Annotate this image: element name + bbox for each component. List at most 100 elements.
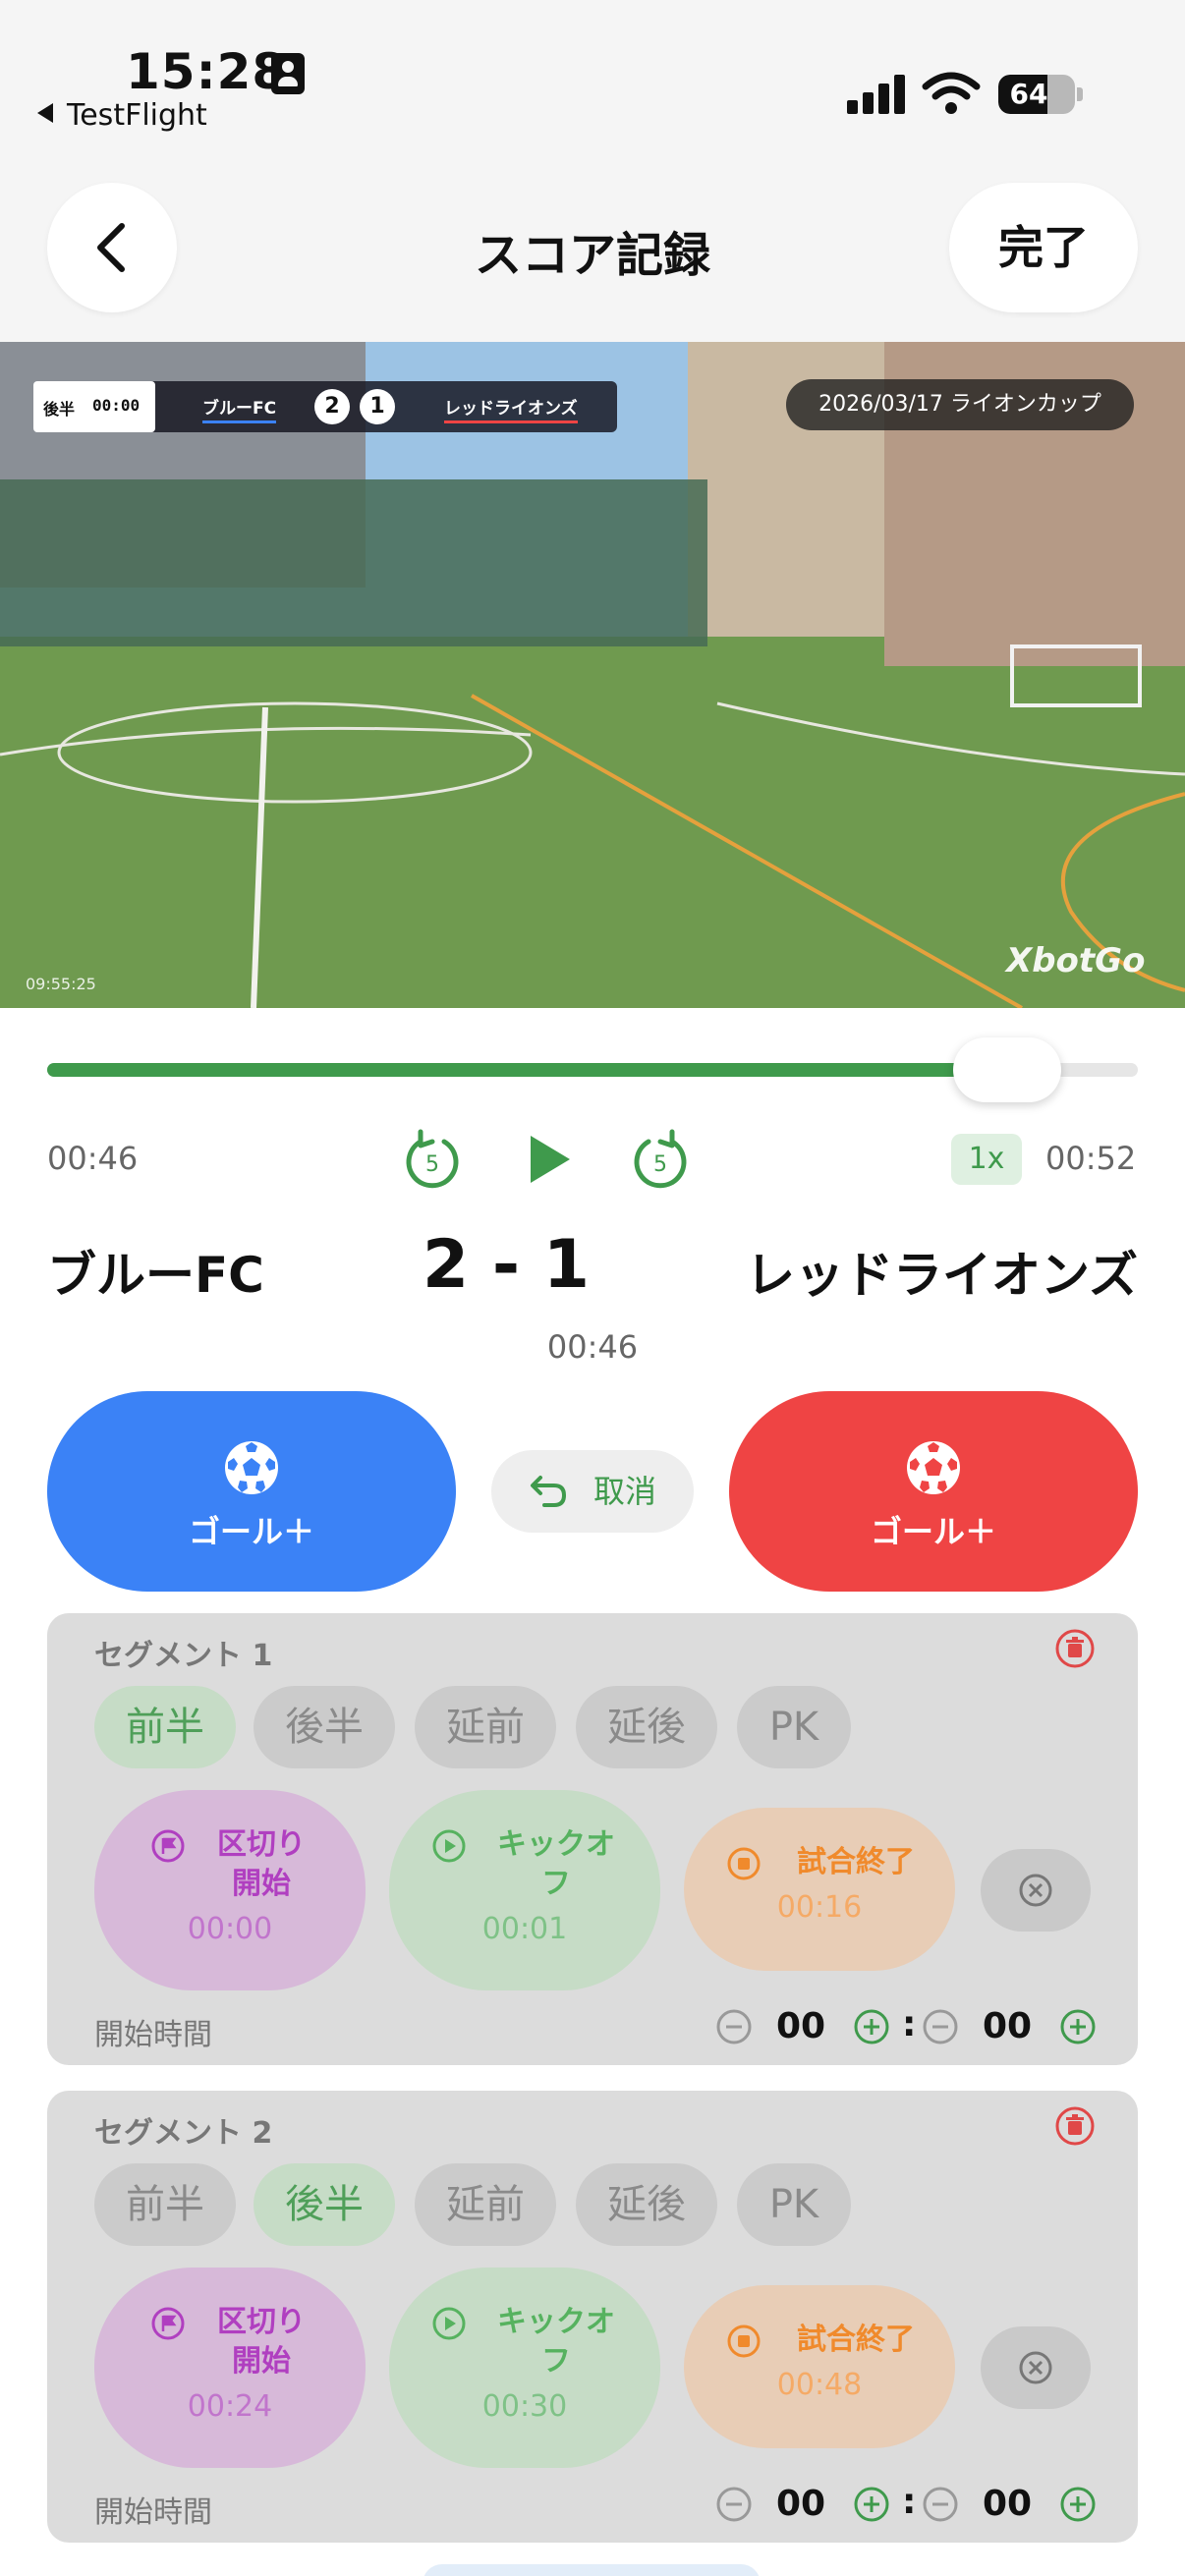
mark-start-label: 区切り 開始 <box>217 2305 306 2379</box>
kickoff-button[interactable]: キックオ フ 00:30 <box>389 2268 660 2468</box>
chip-extra-first[interactable]: 延前 <box>415 1686 556 1768</box>
mark-start-button[interactable]: 区切り 開始 00:00 <box>94 1790 366 1990</box>
back-app-label: TestFlight <box>67 98 207 133</box>
match-end-label: 試合終了 <box>797 2323 915 2357</box>
overlay-team-a: ブルーFC <box>202 394 277 423</box>
mark-start-label: 区切り 開始 <box>217 1827 306 1901</box>
xbotgo-watermark: XbotGo <box>1006 941 1146 980</box>
video-timestamp: 09:55:25 <box>26 975 96 993</box>
start-time-stepper: 00 : 00 <box>715 2004 1128 2051</box>
status-bar: 15:28 TestFlight 64 <box>0 0 1185 138</box>
match-end-time: 00:48 <box>776 2368 863 2402</box>
rewind-5-icon[interactable]: 5 <box>403 1128 462 1193</box>
plus-circle-icon[interactable] <box>853 2486 890 2523</box>
match-end-button[interactable]: 試合終了 00:16 <box>684 1808 955 1971</box>
video-frame <box>0 342 1185 1008</box>
chip-second-half[interactable]: 後半 <box>254 2163 395 2246</box>
start-time-label: 開始時間 <box>94 2018 212 2052</box>
overlay-score-a: 2 <box>314 389 350 424</box>
segment-card-1: セグメント 1 前半 後半 延前 延後 PK 区切り 開始 00:00 キックオ… <box>47 1613 1138 2065</box>
seek-progress <box>47 1063 1007 1077</box>
segment-card-2: セグメント 2 前半 後半 延前 延後 PK 区切り 開始 00:24 キックオ… <box>47 2091 1138 2543</box>
mark-start-button[interactable]: 区切り 開始 00:24 <box>94 2268 366 2468</box>
undo-arrow-icon <box>531 1476 567 1507</box>
plus-circle-icon[interactable] <box>853 2008 890 2045</box>
time-colon: : <box>902 2482 917 2522</box>
soccer-ball-icon <box>225 1441 278 1494</box>
match-end-label: 試合終了 <box>797 1845 915 1879</box>
clear-segment-button[interactable] <box>981 2326 1091 2409</box>
forward-5-label: 5 <box>653 1152 667 1177</box>
close-circle-icon <box>1019 2351 1052 2384</box>
chip-extra-second[interactable]: 延後 <box>576 1686 717 1768</box>
battery-icon: 64 <box>998 75 1075 114</box>
chip-first-half[interactable]: 前半 <box>94 2163 236 2246</box>
start-minutes: 00 <box>776 2006 826 2046</box>
kickoff-time: 00:30 <box>481 2389 568 2424</box>
plus-circle-icon[interactable] <box>1059 2008 1097 2045</box>
minus-circle-icon[interactable] <box>922 2008 959 2045</box>
nav-bar: スコア記録 完了 <box>0 138 1185 342</box>
id-card-icon <box>271 53 305 94</box>
overlay-half: 後半 <box>43 400 76 419</box>
kickoff-time: 00:01 <box>481 1912 568 1946</box>
match-end-button[interactable]: 試合終了 00:48 <box>684 2285 955 2448</box>
chip-pk[interactable]: PK <box>737 1686 851 1768</box>
kickoff-button[interactable]: キックオ フ 00:01 <box>389 1790 660 1990</box>
chip-extra-second[interactable]: 延後 <box>576 2163 717 2246</box>
chip-first-half[interactable]: 前半 <box>94 1686 236 1768</box>
minus-circle-icon[interactable] <box>922 2486 959 2523</box>
play-icon[interactable] <box>525 1132 574 1187</box>
chip-extra-first[interactable]: 延前 <box>415 2163 556 2246</box>
kickoff-label: キックオ フ <box>497 1827 615 1901</box>
close-circle-icon <box>1019 1874 1052 1907</box>
start-seconds: 00 <box>983 2006 1033 2046</box>
goal-right-label: ゴール＋ <box>870 1513 996 1550</box>
start-seconds: 00 <box>983 2484 1033 2524</box>
mark-start-time: 00:00 <box>187 1912 273 1946</box>
start-minutes: 00 <box>776 2484 826 2524</box>
mark-start-time: 00:24 <box>187 2389 273 2424</box>
match-end-time: 00:16 <box>776 1890 863 1925</box>
forward-5-icon[interactable]: 5 <box>631 1128 690 1193</box>
chip-pk[interactable]: PK <box>737 2163 851 2246</box>
cellular-signal-icon <box>847 75 906 114</box>
video-player[interactable]: 後半 00:00 ブルーFC 2 1 レッドライオンズ 2026/03/17 ラ… <box>0 342 1185 1008</box>
overlay-clock: 00:00 <box>92 396 141 415</box>
seek-thumb[interactable] <box>952 1037 1061 1102</box>
score-time: 00:46 <box>546 1328 639 1366</box>
team-right-name: レッドライオンズ <box>746 1247 1138 1304</box>
add-segment-button[interactable] <box>423 2564 761 2576</box>
minus-circle-icon[interactable] <box>715 2486 753 2523</box>
trash-icon[interactable] <box>1053 2104 1097 2148</box>
cancel-button[interactable]: 取消 <box>491 1450 694 1533</box>
scoreboard-overlay: 後半 00:00 ブルーFC 2 1 レッドライオンズ <box>33 381 617 432</box>
soccer-ball-icon <box>907 1441 960 1494</box>
rewind-5-label: 5 <box>425 1152 439 1177</box>
plus-circle-icon[interactable] <box>1059 2486 1097 2523</box>
cancel-label: 取消 <box>593 1473 657 1510</box>
overlay-score-b: 1 <box>360 389 395 424</box>
status-time: 15:28 <box>126 43 288 100</box>
trash-icon[interactable] <box>1053 1627 1097 1670</box>
goal-right-button[interactable]: ゴール＋ <box>729 1391 1138 1592</box>
total-time: 00:52 <box>1045 1140 1137 1177</box>
done-button[interactable]: 完了 <box>949 183 1138 312</box>
segment-title: セグメント 2 <box>94 2116 273 2151</box>
kickoff-label: キックオ フ <box>497 2305 615 2379</box>
date-event-chip: 2026/03/17 ライオンカップ <box>786 379 1134 430</box>
overlay-team-b: レッドライオンズ <box>444 394 578 423</box>
goal-left-button[interactable]: ゴール＋ <box>47 1391 456 1592</box>
back-to-testflight[interactable]: TestFlight <box>37 98 207 133</box>
start-time-stepper: 00 : 00 <box>715 2482 1128 2529</box>
speed-button[interactable]: 1x <box>951 1134 1022 1185</box>
wifi-icon <box>922 72 981 114</box>
minus-circle-icon[interactable] <box>715 2008 753 2045</box>
time-colon: : <box>902 2004 917 2044</box>
start-time-label: 開始時間 <box>94 2495 212 2530</box>
chip-second-half[interactable]: 後半 <box>254 1686 395 1768</box>
back-triangle-icon <box>37 103 53 123</box>
segment-title: セグメント 1 <box>94 1639 273 1673</box>
clear-segment-button[interactable] <box>981 1849 1091 1932</box>
goal-left-label: ゴール＋ <box>188 1513 314 1550</box>
